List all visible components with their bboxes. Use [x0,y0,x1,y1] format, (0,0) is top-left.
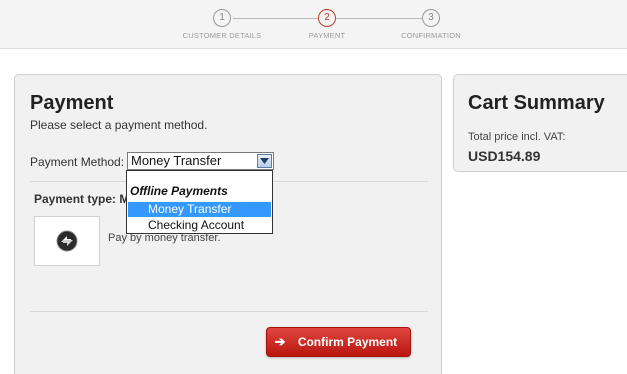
payment-type-label: Payment type: M [34,192,130,206]
step-label: CONFIRMATION [401,31,461,40]
chevron-down-icon[interactable] [257,154,272,168]
step-payment: 2 PAYMENT [272,9,382,40]
dropdown-group-label: Offline Payments [130,184,228,198]
dropdown-option-checking-account[interactable]: Checking Account [128,218,271,233]
payment-subtitle: Please select a payment method. [30,118,208,132]
payment-method-select[interactable]: Money Transfer [127,152,274,170]
payment-method-label: Payment Method: [30,155,125,169]
cart-total-value: USD154.89 [468,148,541,164]
payment-method-dropdown[interactable]: Offline Payments Money Transfer Checking… [126,170,273,234]
checkout-steps: 1 CUSTOMER DETAILS 2 PAYMENT 3 CONFIRMAT… [0,0,627,49]
confirm-payment-button[interactable]: ➔ Confirm Payment [266,327,411,357]
confirm-payment-label: Confirm Payment [297,335,398,349]
arrow-right-icon: ➔ [274,334,286,349]
divider [30,311,428,312]
payment-title: Payment [30,92,114,114]
step-label: PAYMENT [308,31,346,40]
dropdown-option-money-transfer[interactable]: Money Transfer [128,202,271,217]
step-confirmation: 3 CONFIRMATION [376,9,486,40]
cart-summary-title: Cart Summary [468,92,605,114]
step-number: 2 [318,9,336,27]
money-transfer-icon [56,230,78,252]
cart-summary-panel: Cart Summary Total price incl. VAT: USD1… [453,74,627,172]
step-number: 1 [213,9,231,27]
step-label: CUSTOMER DETAILS [182,31,262,40]
money-transfer-logo [34,216,100,266]
step-customer-details: 1 CUSTOMER DETAILS [167,9,277,40]
step-number: 3 [422,9,440,27]
payment-method-selected-value: Money Transfer [131,153,222,168]
cart-total-label: Total price incl. VAT: [468,131,566,143]
